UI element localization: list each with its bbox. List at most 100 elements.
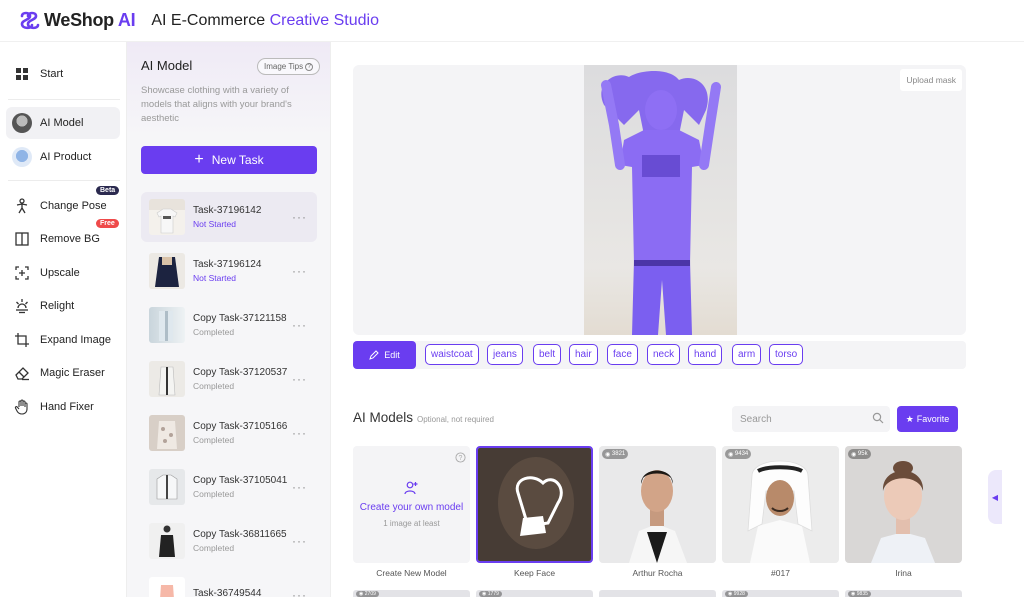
model-card-partial[interactable]: ◉ 2709 [353, 590, 470, 597]
logo-icon [18, 10, 40, 32]
task-name: Task-37196124 [193, 259, 262, 270]
edit-button[interactable]: Edit [353, 341, 416, 369]
sidebar-nav: Start AI Model AI Product Change Pose Be… [0, 42, 126, 597]
create-model-card[interactable]: ? Create your own model 1 image at least [353, 446, 470, 563]
more-icon[interactable]: ··· [292, 264, 307, 278]
model-photo[interactable] [584, 65, 737, 335]
upload-mask-button[interactable]: Upload mask [900, 69, 962, 91]
sidebar-item-magic-eraser[interactable]: Magic Eraser [6, 357, 120, 389]
more-icon[interactable]: ··· [292, 480, 307, 494]
task-status: Completed [193, 543, 235, 553]
model-card[interactable]: ◉ 95k [845, 446, 962, 563]
task-thumbnail [149, 307, 185, 343]
task-status: Not Started [193, 273, 236, 283]
tag-neck[interactable]: neck [647, 344, 681, 365]
caret-left-icon: ◀ [991, 492, 999, 502]
task-item[interactable]: Task-36749544 ··· [141, 570, 317, 597]
page-title: AI E-Commerce Creative Studio [151, 12, 379, 30]
task-item[interactable]: Copy Task-37121158 Completed ··· [141, 300, 317, 350]
tag-hand[interactable]: hand [688, 344, 723, 365]
task-name: Copy Task-36811665 [193, 529, 287, 540]
divider [8, 99, 120, 100]
tag-belt[interactable]: belt [533, 344, 562, 365]
tag-waistcoat[interactable]: waistcoat [425, 344, 479, 365]
search-icon[interactable] [872, 412, 884, 427]
search-placeholder: Search [740, 413, 772, 425]
favorite-button[interactable]: ★ Favorite [897, 406, 958, 432]
task-item[interactable]: Copy Task-37105166 Completed ··· [141, 408, 317, 458]
weshop-logo[interactable]: WeShop AI [18, 10, 136, 32]
more-icon[interactable]: ··· [292, 534, 307, 548]
card-label: #017 [771, 568, 790, 578]
book-icon [12, 229, 32, 249]
sidebar-item-start[interactable]: Start [6, 58, 120, 90]
crop-icon [12, 330, 32, 350]
tag-torso[interactable]: torso [769, 344, 804, 365]
card-label: Create New Model [376, 568, 447, 578]
sidebar-item-expand-image[interactable]: Expand Image [6, 324, 120, 356]
more-icon[interactable]: ··· [292, 588, 307, 597]
pose-icon [12, 196, 32, 216]
tag-jeans[interactable]: jeans [487, 344, 523, 365]
favorite-label: Favorite [916, 414, 950, 424]
model-search-input[interactable]: Search [732, 406, 890, 432]
title-accent: Creative Studio [269, 11, 379, 29]
app-header: WeShop AI AI E-Commerce Creative Studio [0, 0, 1024, 42]
card-label: Keep Face [513, 568, 556, 578]
model-card-partial[interactable]: ◉ 1779 [476, 590, 593, 597]
sidebar-item-label: Expand Image [40, 334, 111, 346]
task-item[interactable]: Copy Task-37105041 Completed ··· [141, 462, 317, 512]
tag-hair[interactable]: hair [569, 344, 598, 365]
usage-badge: ◉ 3821 [602, 449, 629, 459]
help-icon[interactable]: ? [455, 450, 466, 468]
image-canvas[interactable]: Upload mask [353, 65, 966, 335]
task-item[interactable]: Task-37196124 Not Started ··· [141, 246, 317, 296]
svg-text:?: ? [459, 455, 463, 462]
model-card-partial[interactable]: ◉ 9835 [845, 590, 962, 597]
sidebar-item-remove-bg[interactable]: Remove BG Free [6, 219, 120, 255]
beta-badge: Beta [96, 186, 120, 195]
sidebar-item-ai-model[interactable]: AI Model [6, 107, 120, 139]
sidebar-item-hand-fixer[interactable]: Hand Fixer [6, 391, 120, 423]
model-avatar-icon [12, 113, 32, 133]
tag-arm[interactable]: arm [732, 344, 762, 365]
usage-badge: ◉ 9835 [848, 591, 871, 597]
segment-toolbar: Edit waistcoat jeans belt hair face neck… [353, 341, 966, 369]
sidebar-item-upscale[interactable]: Upscale [6, 257, 120, 289]
sidebar-item-ai-product[interactable]: AI Product [6, 141, 120, 173]
usage-count: 9928 [733, 591, 745, 597]
eye-icon: ◉ [851, 451, 857, 458]
sidebar-item-change-pose[interactable]: Change Pose Beta [6, 186, 120, 222]
task-item[interactable]: Copy Task-36811665 Completed ··· [141, 516, 317, 566]
image-tips-label: Image Tips [264, 62, 304, 71]
model-card[interactable]: ◉ 9434 [722, 446, 839, 563]
title-plain: AI E-Commerce [151, 11, 266, 29]
model-card-partial[interactable]: ◉ 9928 [722, 590, 839, 597]
model-card[interactable]: ◉ 3821 [599, 446, 716, 563]
sidebar-item-label: AI Model [40, 117, 84, 129]
product-avatar-icon [12, 147, 32, 167]
eye-icon: ◉ [728, 591, 733, 597]
more-icon[interactable]: ··· [292, 426, 307, 440]
more-icon[interactable]: ··· [292, 318, 307, 332]
sidebar-item-label: Start [40, 68, 64, 80]
usage-count: 9835 [856, 591, 868, 597]
collapse-panel-button[interactable]: ◀ [988, 470, 1002, 524]
new-task-button[interactable]: + New Task [141, 146, 317, 174]
task-panel: AI Model Image Tips ? Showcase clothing … [126, 42, 331, 597]
eraser-icon [12, 363, 32, 383]
usage-count: 9434 [734, 451, 749, 457]
task-item[interactable]: Copy Task-37120537 Completed ··· [141, 354, 317, 404]
task-item[interactable]: Task-37196142 Not Started ··· [141, 192, 317, 242]
tag-face[interactable]: face [607, 344, 638, 365]
more-icon[interactable]: ··· [292, 372, 307, 386]
image-tips-button[interactable]: Image Tips ? [257, 58, 321, 75]
model-card-partial[interactable] [599, 590, 716, 597]
more-icon[interactable]: ··· [292, 210, 307, 224]
sidebar-item-relight[interactable]: Relight [6, 290, 120, 322]
task-thumbnail [149, 415, 185, 451]
add-person-icon [404, 481, 418, 500]
usage-count: 3821 [611, 451, 626, 457]
star-icon: ★ [905, 413, 914, 424]
keep-face-card[interactable] [476, 446, 593, 563]
